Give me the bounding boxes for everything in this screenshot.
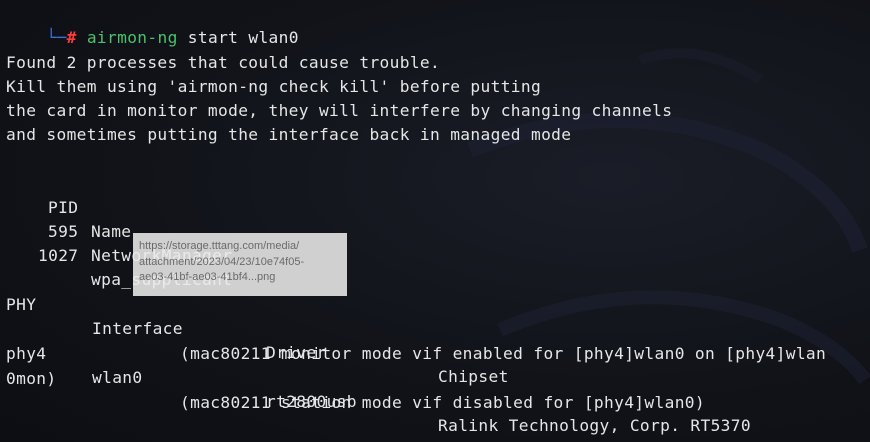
terminal-window[interactable]: └─# airmon-ng start wlan0 Found 2 proces… <box>0 0 870 442</box>
command-line: └─# airmon-ng start wlan0 <box>6 2 299 47</box>
tooltip-line: attachment/2023/04/23/10e74f05- <box>139 255 305 268</box>
pid-header: PID <box>48 198 79 217</box>
interface-phy: phy4 <box>6 344 47 363</box>
process-pid: 595 <box>48 222 79 241</box>
interface-header: Interface <box>92 319 183 338</box>
interface-row: phy4 wlan0 rt2800usb Ralink Technology, … <box>6 318 751 435</box>
monitor-mode-message-wrap: 0mon) <box>6 369 57 388</box>
warning-line: Kill them using 'airmon-ng check kill' b… <box>6 77 542 96</box>
chipset-header: Chipset <box>438 367 509 386</box>
command-name: airmon-ng <box>86 28 178 47</box>
prompt-hash: # <box>66 28 77 47</box>
interface-table-header: PHY Interface Driver Chipset <box>6 269 508 386</box>
prompt-corner: └─ <box>46 28 67 47</box>
process-row: 1027 wpa_supplicant <box>6 220 232 289</box>
station-mode-message: (mac80211 station mode vif disabled for … <box>180 393 705 412</box>
process-row: 595 NetworkManager <box>6 196 232 265</box>
tooltip-line: https://storage.tttang.com/media/ <box>139 240 300 252</box>
warning-line: the card in monitor mode, they will inte… <box>6 101 673 120</box>
interface-name: wlan0 <box>92 368 143 387</box>
name-header: Name <box>91 222 132 241</box>
monitor-mode-message: (mac80211 monitor mode vif enabled for [… <box>180 344 827 363</box>
warning-line: Found 2 processes that could cause troub… <box>6 53 441 72</box>
warning-line: and sometimes putting the interface back… <box>6 125 572 144</box>
link-preview-tooltip: https://storage.tttang.com/media/ attach… <box>133 233 347 296</box>
command-args: start wlan0 <box>177 28 299 47</box>
tooltip-line: ae03-41bf-ae03-41bf4...png <box>139 271 276 283</box>
phy-header: PHY <box>6 295 37 314</box>
process-pid: 1027 <box>38 246 79 265</box>
interface-chipset: Ralink Technology, Corp. RT5370 <box>438 416 751 435</box>
process-table-header: PID Name <box>6 172 131 241</box>
